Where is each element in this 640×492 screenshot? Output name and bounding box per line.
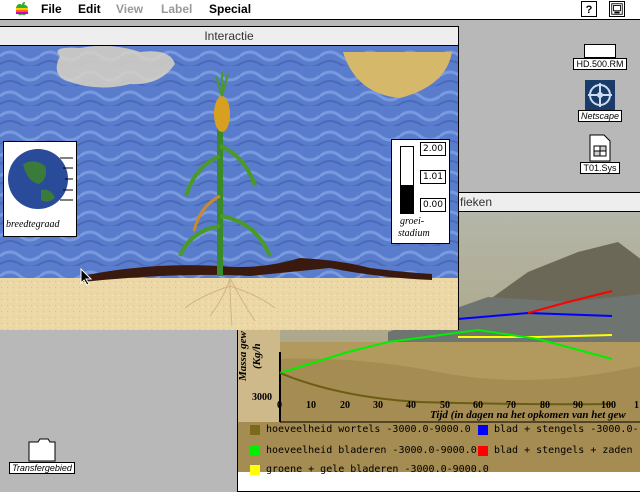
x-tick-label: 40 (406, 400, 416, 411)
desktop-icon-label: Transfergebied (9, 462, 75, 474)
x-tick-label: 20 (340, 400, 350, 411)
window-title[interactable]: Interactie (0, 27, 458, 46)
latitude-label: breedtegraad (6, 219, 60, 230)
menu-special[interactable]: Special (209, 2, 251, 16)
growth-slider-fill (401, 185, 413, 213)
desktop-icon-label: T01.Sys (580, 162, 620, 174)
desktop-icon-hd[interactable]: HD.500.RM (572, 44, 628, 70)
legend-swatch (478, 425, 488, 435)
hard-disk-icon (584, 44, 616, 58)
desktop-icon-label: Netscape (577, 110, 623, 122)
desktop-icon-t01[interactable]: T01.Sys (576, 134, 624, 174)
legend-swatch (250, 465, 260, 475)
desktop-icon-netscape[interactable]: Netscape (574, 80, 626, 122)
window-interactie: Interactie breedtegraad 2.00 1.01 0.00 g… (0, 26, 459, 330)
menu-view[interactable]: View (116, 2, 143, 16)
legend-swatch (250, 446, 260, 456)
legend-swatch (250, 425, 260, 435)
mouse-pointer-icon (80, 268, 92, 286)
finder-icon[interactable] (609, 1, 625, 17)
x-tick-label: 1 (634, 400, 639, 411)
apple-menu-icon[interactable] (14, 1, 30, 17)
x-axis-label: Tijd (in dagen na het opkomen van het ge… (430, 409, 626, 421)
growth-label-line2: stadium (398, 228, 430, 239)
globe-icon (8, 149, 73, 209)
help-icon[interactable]: ? (581, 1, 597, 17)
x-tick-label: 10 (306, 400, 316, 411)
menu-label[interactable]: Label (161, 2, 192, 16)
desktop-icon-label: HD.500.RM (573, 58, 627, 70)
netscape-icon (585, 80, 615, 110)
latitude-control[interactable]: breedtegraad (3, 141, 77, 237)
desktop-icon-transfergebied[interactable]: Transfergebied (4, 438, 80, 474)
y-tick-label: 3000 (252, 392, 272, 403)
growth-tick-min: 0.00 (420, 198, 446, 212)
menu-edit[interactable]: Edit (78, 2, 101, 16)
file-icon (589, 134, 611, 162)
folder-icon (28, 438, 56, 462)
menu-bar: File Edit View Label Special ? (0, 0, 640, 20)
growth-slider-track[interactable] (400, 146, 414, 214)
growth-label-line1: groei- (400, 216, 425, 227)
menu-file[interactable]: File (41, 2, 62, 16)
growth-tick-mid: 1.01 (420, 170, 446, 184)
x-tick-label: 0 (277, 400, 282, 411)
growth-tick-max: 2.00 (420, 142, 446, 156)
legend-swatch (478, 446, 488, 456)
x-tick-label: 30 (373, 400, 383, 411)
growth-stage-control[interactable]: 2.00 1.01 0.00 groei- stadium (391, 139, 450, 244)
